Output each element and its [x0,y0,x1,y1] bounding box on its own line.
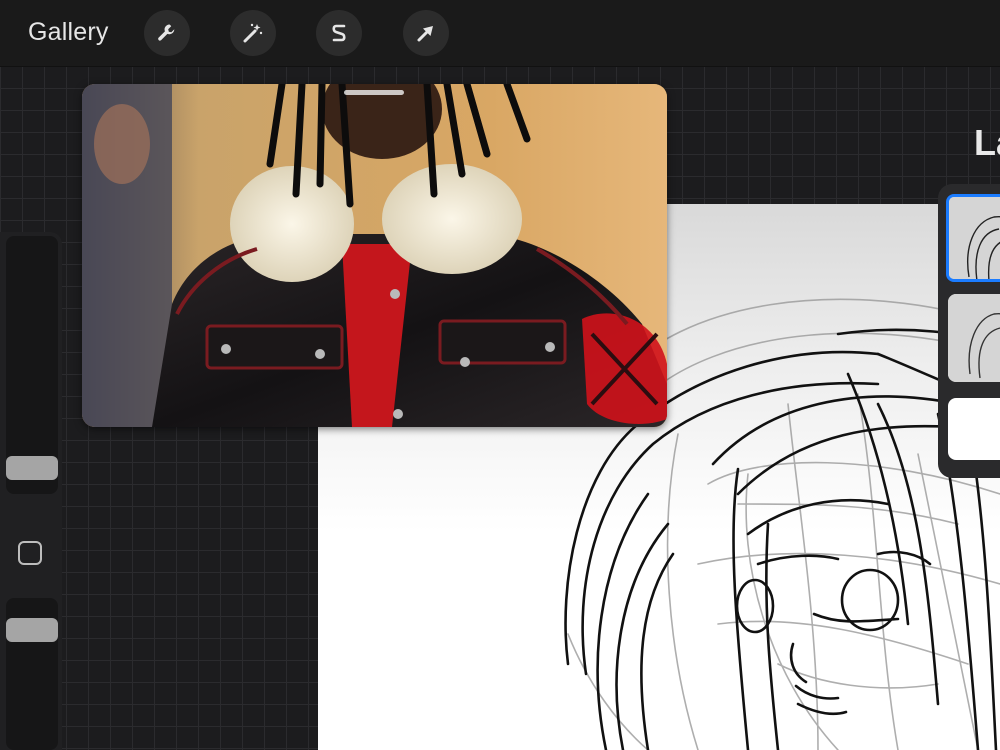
layer-thumbnail-2[interactable] [948,294,1000,382]
selection-button[interactable] [316,10,362,56]
transform-button[interactable] [403,10,449,56]
brush-size-thumb[interactable] [6,456,58,480]
modify-button[interactable] [18,541,42,565]
layer-1-preview [949,197,1000,279]
selection-s-icon [332,24,346,42]
left-sidebar [0,232,62,750]
opacity-thumb[interactable] [6,618,58,642]
adjustments-button[interactable] [230,10,276,56]
wrench-icon [158,24,175,41]
reference-photo [82,84,667,427]
layers-panel-title: La [974,122,1000,163]
layer-thumbnail-1[interactable] [946,194,1000,282]
top-toolbar: Gallery [0,0,1000,67]
magic-wand-icon [243,23,263,43]
actions-button[interactable] [144,10,190,56]
gallery-button[interactable]: Gallery [28,18,109,47]
layers-panel [938,184,1000,478]
reference-drag-handle[interactable] [344,90,404,95]
arrow-cursor-icon [417,26,433,42]
layer-2-preview [948,294,1000,382]
reference-window[interactable] [82,84,667,427]
layer-thumbnail-background[interactable] [948,398,1000,460]
